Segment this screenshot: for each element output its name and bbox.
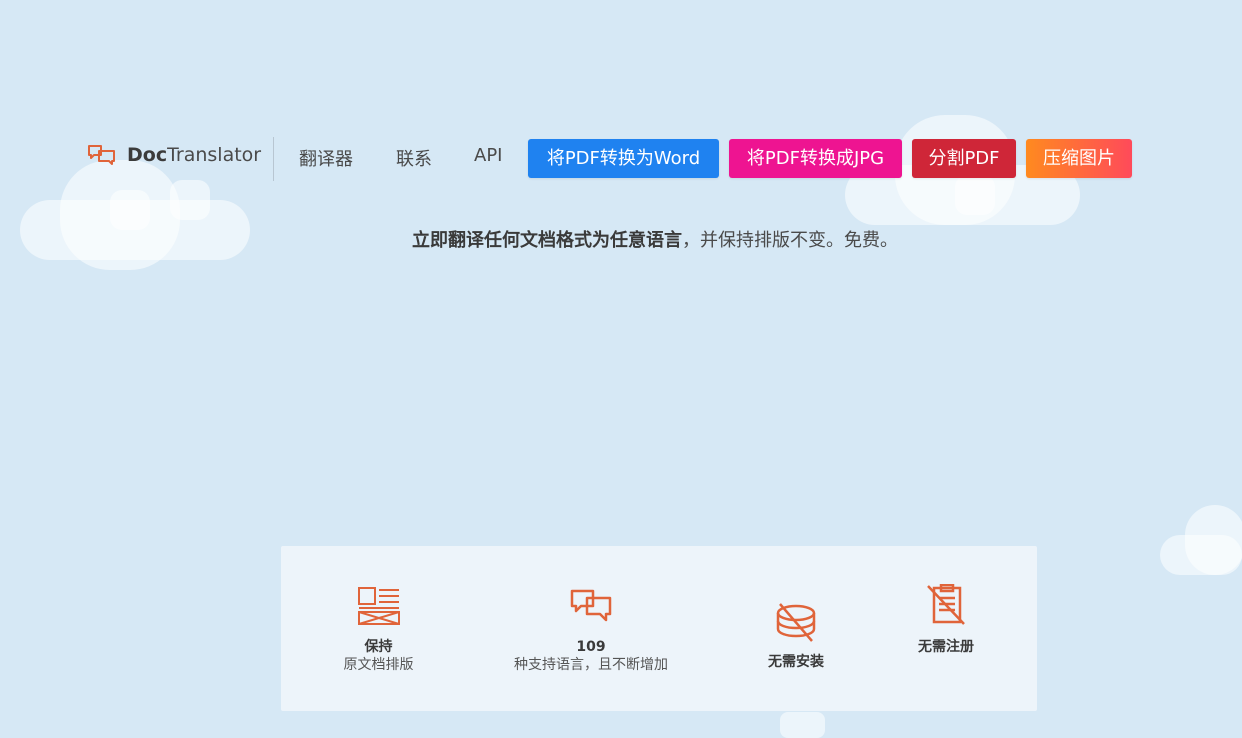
nav-contact[interactable]: 联系 (396, 145, 432, 171)
cloud-decoration-left (20, 150, 260, 280)
logo-brand-rest: Translator (167, 144, 262, 166)
tagline: 立即翻译任何文档格式为任意语言，并保持排版不变。免费。 (0, 226, 1242, 252)
no-install-icon (776, 603, 816, 642)
tagline-bold: 立即翻译任何文档格式为任意语言 (412, 230, 682, 251)
no-register-icon (927, 584, 965, 625)
logo-brand-bold: Doc (127, 144, 168, 166)
feature-no-install: 无需安装 (741, 601, 851, 671)
compress-image-button[interactable]: 压缩图片 (1026, 139, 1132, 178)
feature-no-register: 无需注册 (901, 584, 991, 656)
logo-text: DocTranslator (127, 144, 261, 166)
pdf-to-jpg-button[interactable]: 将PDF转换成JPG (729, 139, 902, 178)
feature-2-title: 109 (576, 639, 606, 655)
pdf-to-word-button[interactable]: 将PDF转换为Word (528, 139, 719, 178)
feature-1-subtitle: 原文档排版 (343, 657, 414, 673)
logo[interactable]: DocTranslator (87, 143, 261, 167)
features-card: 保持 原文档排版 109 种支持语言，且不断增加 无需安装 无需注册 (281, 546, 1037, 711)
layout-icon (357, 587, 400, 625)
feature-1-title: 保持 (364, 639, 393, 655)
split-pdf-button[interactable]: 分割PDF (912, 139, 1016, 178)
feature-languages: 109 种支持语言，且不断增加 (491, 586, 691, 674)
header-divider (273, 137, 274, 181)
chat-bubbles-icon (570, 589, 612, 622)
cloud-decoration-bottom (780, 712, 830, 738)
feature-3-title: 无需安装 (768, 654, 824, 670)
feature-2-subtitle: 种支持语言，且不断增加 (514, 657, 668, 673)
cloud-decoration-edge (1160, 500, 1242, 585)
tagline-rest: ，并保持排版不变。免费。 (682, 230, 898, 251)
chat-bubbles-icon (88, 145, 115, 165)
feature-4-title: 无需注册 (918, 639, 974, 655)
nav-api[interactable]: API (474, 145, 502, 166)
feature-keep-layout: 保持 原文档排版 (321, 586, 436, 674)
nav-translator[interactable]: 翻译器 (299, 145, 353, 171)
